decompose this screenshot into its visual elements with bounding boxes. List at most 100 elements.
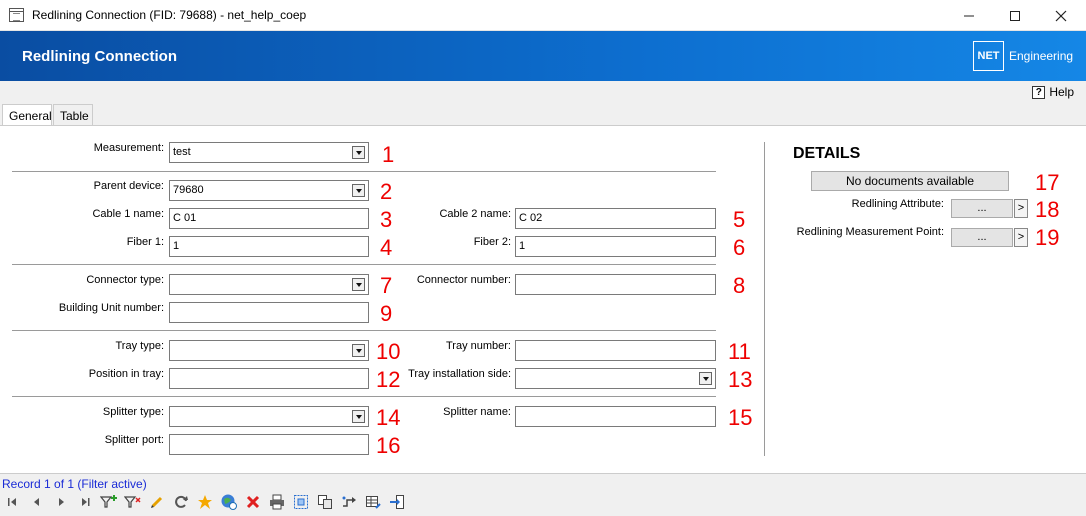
print-icon[interactable] xyxy=(268,493,286,511)
logo-box: NET xyxy=(973,41,1004,71)
filter-icon[interactable] xyxy=(124,493,142,511)
chevron-down-icon[interactable] xyxy=(352,410,365,423)
parent-device-select[interactable]: 79680 xyxy=(169,180,369,201)
divider xyxy=(12,330,716,331)
callout-10: 10 xyxy=(376,339,401,364)
callout-16: 16 xyxy=(376,433,401,458)
splitter-type-select[interactable] xyxy=(169,406,369,427)
exit-icon[interactable] xyxy=(388,493,406,511)
cable2-name-field[interactable]: C 02 xyxy=(515,208,716,229)
divider xyxy=(12,396,716,397)
web-icon[interactable] xyxy=(220,493,238,511)
redlining-attribute-open-button[interactable]: > xyxy=(1014,199,1028,218)
splitter-port-field[interactable] xyxy=(169,434,369,455)
form-header: Redlining Connection NET Engineering xyxy=(0,31,1086,81)
callout-6: 6 xyxy=(733,235,746,260)
building-unit-label: Building Unit number: xyxy=(58,302,164,314)
fiber2-field[interactable]: 1 xyxy=(515,236,716,257)
minimize-button[interactable] xyxy=(946,0,992,31)
general-panel: Measurement: test 1 Parent device: 79680… xyxy=(0,125,1086,474)
tray-type-select[interactable] xyxy=(169,340,369,361)
no-documents-button[interactable]: No documents available xyxy=(811,171,1009,191)
record-toolbar xyxy=(0,490,1086,514)
copy-icon[interactable] xyxy=(316,493,334,511)
redlining-attribute-browse-button[interactable]: ... xyxy=(951,199,1013,218)
record-status-bar: Record 1 of 1 (Filter active) xyxy=(0,475,1086,491)
callout-12: 12 xyxy=(376,367,401,392)
connector-type-select[interactable] xyxy=(169,274,369,295)
chevron-down-icon[interactable] xyxy=(352,278,365,291)
callout-9: 9 xyxy=(380,301,393,326)
parent-device-label: Parent device: xyxy=(93,180,164,192)
building-unit-field[interactable] xyxy=(169,302,369,323)
callout-4: 4 xyxy=(380,235,393,260)
first-record-icon[interactable] xyxy=(4,493,22,511)
tray-number-label: Tray number: xyxy=(445,340,511,352)
chevron-down-icon[interactable] xyxy=(352,184,365,197)
tray-installation-side-label: Tray installation side: xyxy=(408,368,511,380)
app-icon xyxy=(9,8,24,22)
tray-type-label: Tray type: xyxy=(115,340,165,352)
callout-3: 3 xyxy=(380,207,393,232)
window-title: Redlining Connection (FID: 79688) - net_… xyxy=(32,8,307,22)
help-bar: ? Help xyxy=(0,81,1086,103)
divider xyxy=(12,171,716,172)
record-status: Record 1 of 1 (Filter active) xyxy=(2,477,147,491)
previous-record-icon[interactable] xyxy=(28,493,46,511)
chevron-down-icon[interactable] xyxy=(352,344,365,357)
tab-table[interactable]: Table xyxy=(53,104,93,126)
maximize-icon xyxy=(1010,10,1020,21)
measurement-value: test xyxy=(173,146,191,158)
refresh-icon[interactable] xyxy=(172,493,190,511)
callout-5: 5 xyxy=(733,207,746,232)
chevron-down-icon[interactable] xyxy=(699,372,712,385)
minimize-icon xyxy=(964,15,974,16)
last-record-icon[interactable] xyxy=(76,493,94,511)
callout-18: 18 xyxy=(1035,197,1060,222)
fiber1-field[interactable]: 1 xyxy=(169,236,369,257)
add-filter-icon[interactable] xyxy=(100,493,118,511)
measurement-select[interactable]: test xyxy=(169,142,369,163)
fiber1-label: Fiber 1: xyxy=(126,236,164,248)
select-icon[interactable] xyxy=(292,493,310,511)
close-icon xyxy=(1055,10,1067,21)
delete-icon[interactable] xyxy=(244,493,262,511)
splitter-type-label: Splitter type: xyxy=(102,406,164,418)
cable1-name-label: Cable 1 name: xyxy=(92,208,164,220)
callout-8: 8 xyxy=(733,273,746,298)
callout-15: 15 xyxy=(728,405,753,430)
maximize-button[interactable] xyxy=(992,0,1038,31)
tray-installation-side-select[interactable] xyxy=(515,368,716,389)
help-label: Help xyxy=(1049,85,1074,99)
callout-2: 2 xyxy=(380,179,393,204)
redlining-point-open-button[interactable]: > xyxy=(1014,228,1028,247)
connector-type-label: Connector type: xyxy=(86,274,164,286)
splitter-name-field[interactable] xyxy=(515,406,716,427)
tab-general[interactable]: General xyxy=(2,104,52,127)
redlining-point-label: Redlining Measurement Point: xyxy=(796,226,944,238)
cable2-name-label: Cable 2 name: xyxy=(439,208,511,220)
splitter-name-label: Splitter name: xyxy=(443,406,511,418)
callout-11: 11 xyxy=(728,339,751,364)
redlining-point-browse-button[interactable]: ... xyxy=(951,228,1013,247)
fiber2-label: Fiber 2: xyxy=(473,236,511,248)
next-record-icon[interactable] xyxy=(52,493,70,511)
connector-number-field[interactable] xyxy=(515,274,716,295)
tray-number-field[interactable] xyxy=(515,340,716,361)
parent-device-value: 79680 xyxy=(173,184,204,196)
callout-1: 1 xyxy=(382,142,395,167)
help-icon: ? xyxy=(1032,85,1046,99)
new-icon[interactable] xyxy=(196,493,214,511)
splitter-port-label: Splitter port: xyxy=(104,434,164,446)
table-edit-icon[interactable] xyxy=(364,493,382,511)
edit-icon[interactable] xyxy=(148,493,166,511)
cable1-name-field[interactable]: C 01 xyxy=(169,208,369,229)
chevron-down-icon[interactable] xyxy=(352,146,365,159)
help-button[interactable]: ? Help xyxy=(1032,85,1074,99)
close-button[interactable] xyxy=(1038,0,1084,31)
position-in-tray-field[interactable] xyxy=(169,368,369,389)
route-icon[interactable] xyxy=(340,493,358,511)
measurement-label: Measurement: xyxy=(93,142,164,154)
redlining-attribute-label: Redlining Attribute: xyxy=(851,198,944,210)
callout-19: 19 xyxy=(1035,225,1060,250)
